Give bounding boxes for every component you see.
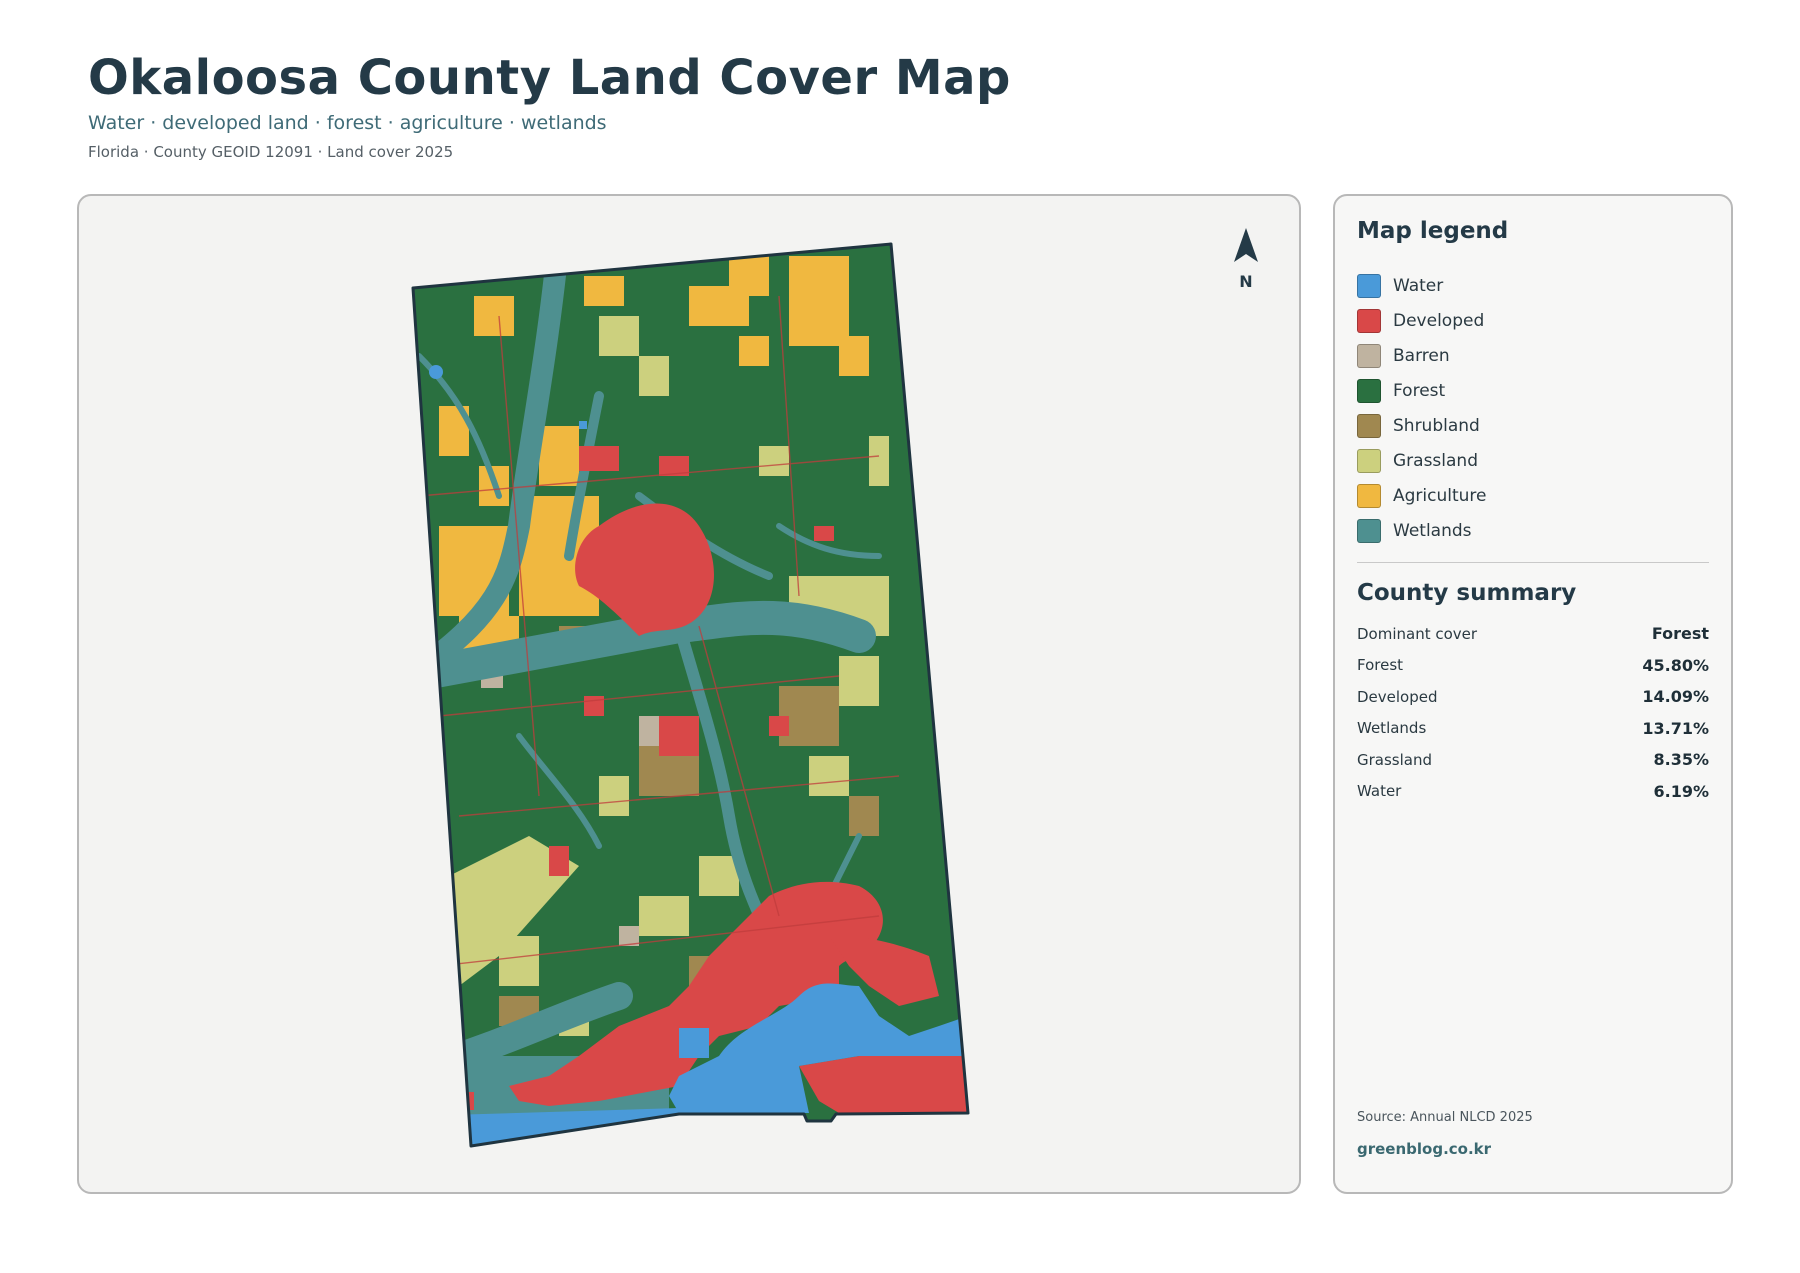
legend-title: Map legend [1357,218,1509,244]
page-subtitle: Water · developed land · forest · agricu… [88,112,607,134]
legend-item: Shrubland [1357,408,1709,443]
source-note: Source: Annual NLCD 2025 [1357,1110,1533,1125]
summary-key: Dominant cover [1357,624,1478,643]
land-cover-layer [413,244,968,1146]
legend-item: Agriculture [1357,478,1709,513]
summary-key: Developed [1357,687,1438,706]
legend-item: Water [1357,268,1709,303]
north-indicator: N [1231,226,1261,291]
legend-swatch [1357,308,1381,333]
summary-value: 8.35% [1653,750,1709,770]
legend-swatch [1357,448,1381,473]
summary-value: 6.19% [1653,781,1709,801]
summary-value: Forest [1651,624,1709,644]
side-panel: Map legend Water Developed Barren Forest Shr… [1333,194,1733,1194]
map-panel[interactable]: N [77,194,1301,1194]
summary-value: 45.80% [1642,655,1709,675]
north-label: N [1239,272,1253,291]
summary-row: Wetlands 13.71% [1357,713,1709,745]
summary-value: 14.09% [1642,687,1709,707]
legend-label: Water [1393,275,1444,296]
legend-label: Agriculture [1393,485,1487,506]
legend-swatch [1357,518,1381,543]
page-title: Okaloosa County Land Cover Map [88,50,1011,106]
divider [1357,562,1709,563]
summary-row: Dominant cover Forest [1357,618,1709,650]
legend-swatch [1357,483,1381,508]
summary-row: Grassland 8.35% [1357,744,1709,776]
summary-value: 13.71% [1642,718,1709,738]
legend-swatch [1357,343,1381,368]
legend-item: Wetlands [1357,513,1709,548]
legend-label: Wetlands [1393,520,1472,541]
legend-list: Water Developed Barren Forest Shrubland Grass… [1357,268,1709,548]
brand-link[interactable]: greenblog.co.kr [1357,1140,1491,1158]
legend-item: Developed [1357,303,1709,338]
summary-table: Dominant cover Forest Forest 45.80% Develope… [1357,618,1709,807]
legend-label: Developed [1393,310,1485,331]
header: Okaloosa County Land Cover Map Water · d… [88,48,1011,162]
legend-item: Barren [1357,338,1709,373]
summary-key: Wetlands [1357,719,1427,738]
summary-title: County summary [1357,580,1577,606]
summary-key: Grassland [1357,750,1432,769]
page-meta: Florida · County GEOID 12091 · Land cove… [88,143,454,161]
legend-swatch [1357,413,1381,438]
land-cover-map[interactable] [79,196,1301,1194]
summary-row: Forest 45.80% [1357,650,1709,682]
summary-row: Water 6.19% [1357,776,1709,808]
summary-key: Water [1357,782,1402,801]
summary-row: Developed 14.09% [1357,681,1709,713]
legend-label: Grassland [1393,450,1478,471]
legend-label: Barren [1393,345,1450,366]
legend-item: Forest [1357,373,1709,408]
legend-swatch [1357,378,1381,403]
legend-swatch [1357,273,1381,298]
legend-label: Shrubland [1393,415,1480,436]
summary-key: Forest [1357,656,1404,675]
north-arrow-icon [1234,228,1258,262]
legend-item: Grassland [1357,443,1709,478]
legend-label: Forest [1393,380,1446,401]
